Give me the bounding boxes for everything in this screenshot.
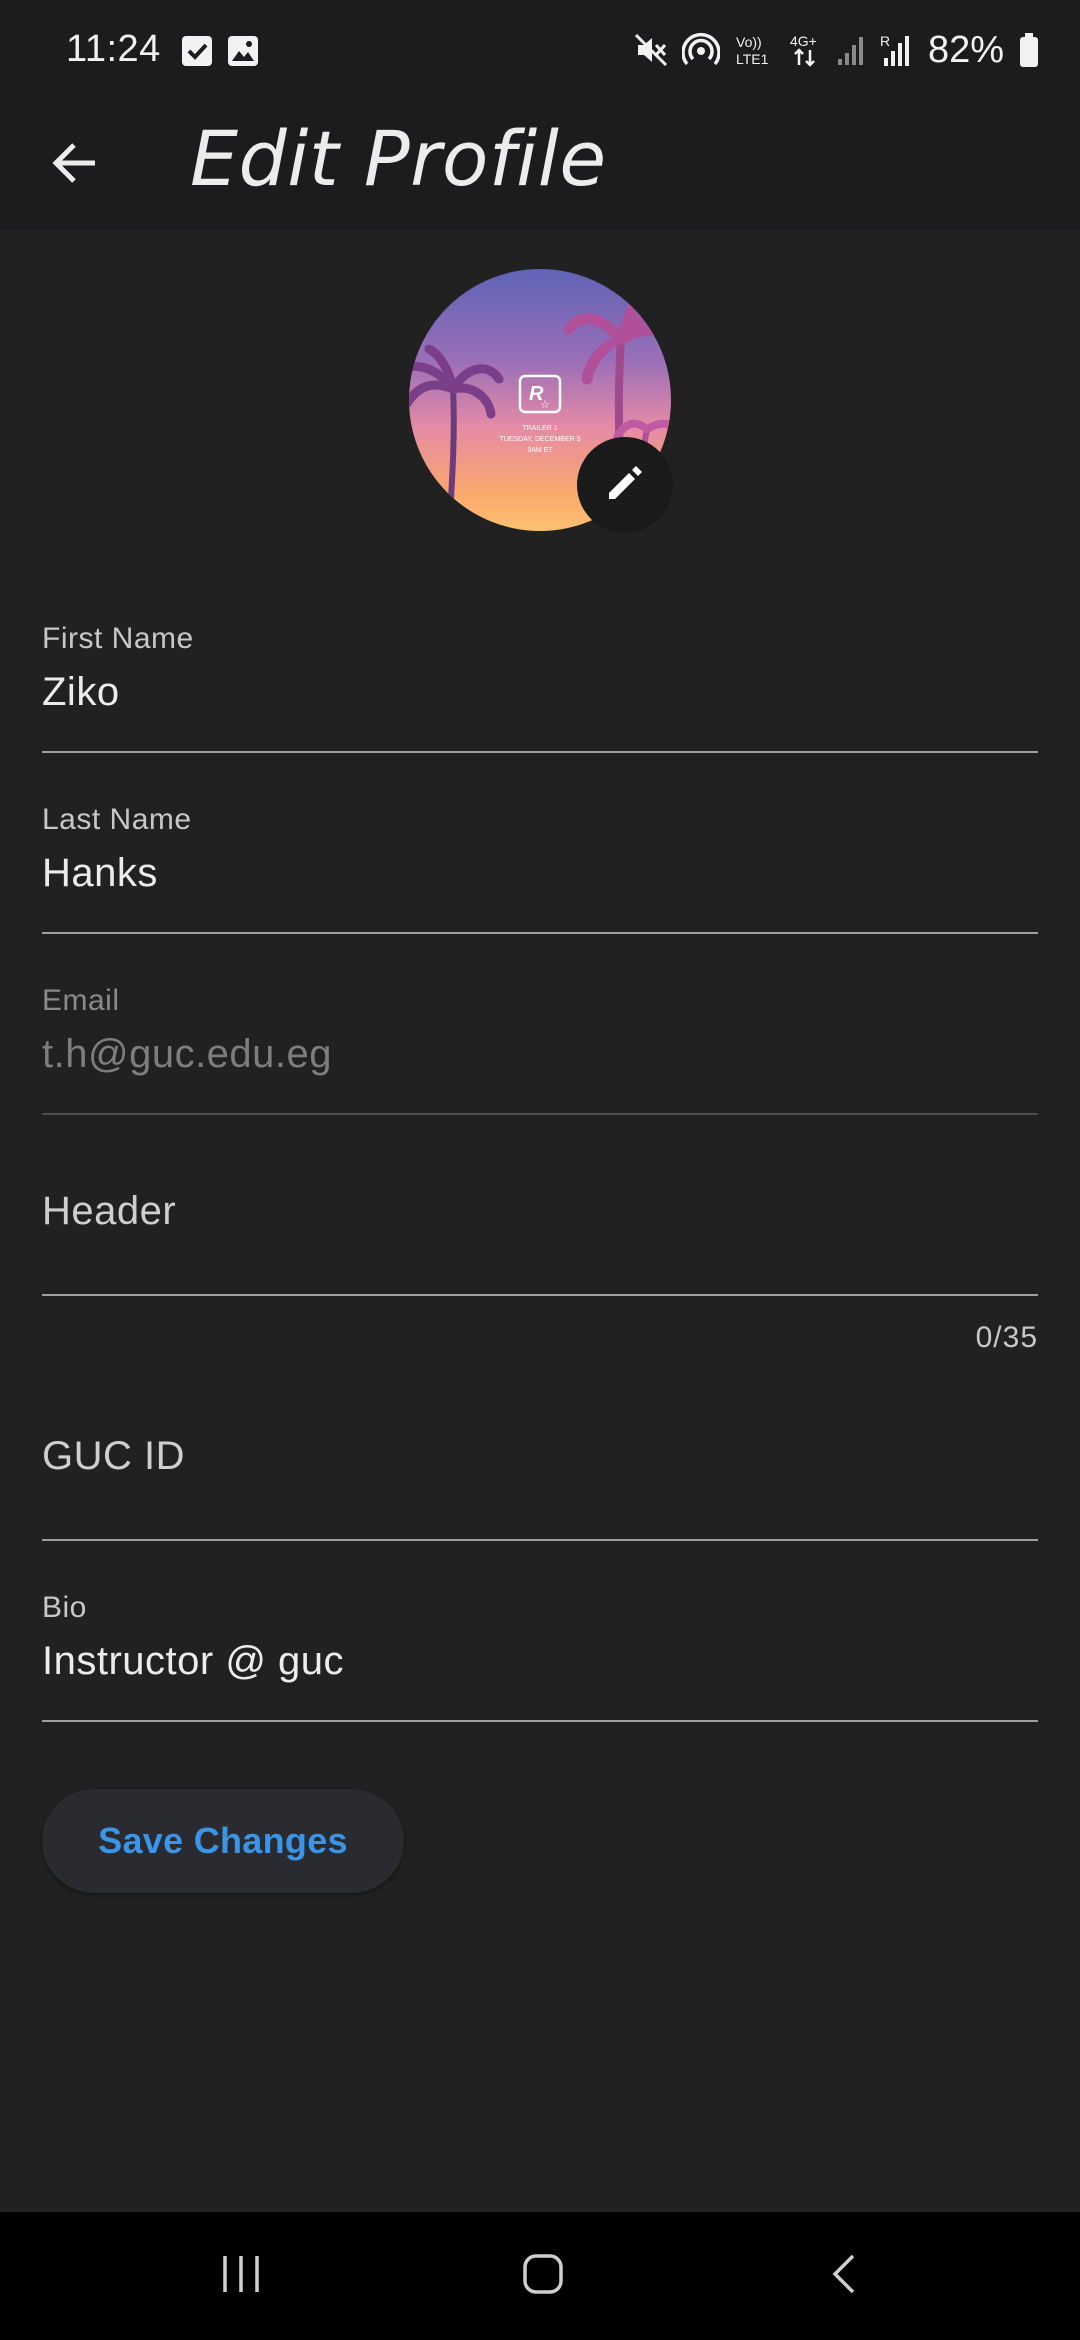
hotspot-icon — [681, 31, 720, 69]
last-name-input[interactable]: Hanks — [42, 851, 158, 896]
home-icon — [521, 2252, 565, 2301]
bio-input[interactable]: Instructor @ guc — [42, 1639, 344, 1684]
header-char-counter: 0/35 — [975, 1321, 1038, 1354]
pencil-icon — [603, 461, 647, 510]
last-name-label: Last Name — [42, 803, 192, 836]
last-name-underline — [42, 932, 1038, 934]
recents-button[interactable] — [201, 2236, 281, 2316]
svg-text:Vo)): Vo)) — [736, 34, 762, 50]
avatar-text-line-1: TRAILER 1 — [522, 425, 558, 432]
save-changes-button[interactable]: Save Changes — [42, 1789, 404, 1893]
bio-label: Bio — [42, 1591, 87, 1624]
home-button[interactable] — [503, 2236, 583, 2316]
signal-sim2-roaming-icon: R — [880, 32, 914, 68]
back-button[interactable] — [40, 130, 110, 200]
first-name-input[interactable]: Ziko — [42, 670, 120, 715]
checkbox-notification-icon — [180, 34, 214, 68]
image-notification-icon — [226, 34, 260, 68]
mute-icon — [634, 33, 668, 67]
header-field[interactable]: Header — [42, 1163, 1038, 1299]
data-4g-icon: 4G+ — [788, 32, 822, 68]
header-input[interactable]: Header — [42, 1189, 176, 1234]
svg-text:☆: ☆ — [540, 399, 550, 411]
svg-text:R: R — [880, 33, 890, 49]
recents-icon — [219, 2252, 263, 2301]
guc-id-underline — [42, 1539, 1038, 1541]
avatar-text-line-3: 9AM ET — [527, 447, 553, 454]
first-name-underline — [42, 751, 1038, 753]
page-title: Edit Profile — [190, 114, 607, 203]
email-input: t.h@guc.edu.eg — [42, 1032, 333, 1076]
guc-id-input[interactable]: GUC ID — [42, 1434, 185, 1479]
bio-field[interactable]: Bio Instructor @ guc — [42, 1589, 1038, 1725]
status-bar: 11:24 Vo)) LTE1 4G+ R 82% — [0, 0, 1080, 100]
battery-icon — [1018, 32, 1040, 68]
edit-avatar-button[interactable] — [577, 437, 673, 533]
first-name-field[interactable]: First Name Ziko — [42, 620, 1038, 756]
guc-id-field[interactable]: GUC ID — [42, 1408, 1038, 1544]
signal-sim1-icon — [836, 33, 866, 67]
app-bar: Edit Profile — [0, 100, 1080, 230]
avatar-text-line-2: TUESDAY, DECEMBER 5 — [499, 436, 580, 443]
profile-avatar-section: R ☆ TRAILER 1 TUESDAY, DECEMBER 5 9AM ET — [409, 269, 673, 533]
svg-text:4G+: 4G+ — [790, 33, 817, 49]
status-icons: Vo)) LTE1 4G+ R 82% — [634, 26, 1040, 74]
svg-text:LTE1: LTE1 — [736, 51, 769, 67]
last-name-field[interactable]: Last Name Hanks — [42, 801, 1038, 937]
arrow-back-icon — [50, 138, 100, 193]
header-underline — [42, 1294, 1038, 1296]
nav-back-icon — [823, 2252, 867, 2301]
status-time: 11:24 — [66, 28, 161, 70]
email-field: Email t.h@guc.edu.eg — [42, 982, 1038, 1118]
first-name-label: First Name — [42, 622, 194, 655]
battery-percentage: 82% — [927, 28, 1004, 71]
email-label: Email — [42, 984, 120, 1017]
save-changes-label: Save Changes — [98, 1820, 348, 1861]
system-back-button[interactable] — [805, 2236, 885, 2316]
bio-underline — [42, 1720, 1038, 1722]
email-underline — [42, 1113, 1038, 1115]
system-nav-bar — [0, 2212, 1080, 2340]
volte-icon: Vo)) LTE1 — [734, 32, 774, 68]
